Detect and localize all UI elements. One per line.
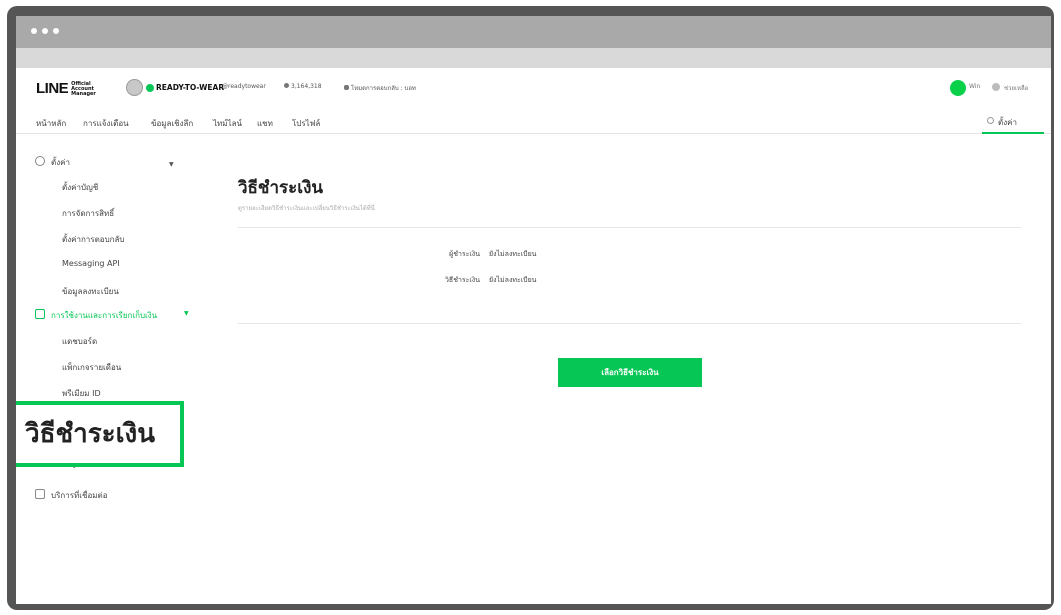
main-panel: วิธีชำระเงิน ดูรายละเอียดวิธีชำระเงินและ… — [238, 168, 1028, 588]
sidebar-item-account-settings[interactable]: ตั้งค่าบัญชี — [62, 181, 98, 194]
minimize-dot-icon[interactable] — [42, 28, 48, 34]
payment-method-label: วิธีชำระเงิน — [445, 276, 480, 284]
account-avatar[interactable] — [126, 79, 143, 96]
sidebar-item-connected-services[interactable]: บริการที่เชื่อมต่อ — [51, 489, 108, 502]
help-link[interactable]: ช่วยเหลือ — [1004, 83, 1028, 93]
tab-timeline[interactable]: ไทม์ไลน์ — [213, 117, 242, 130]
user-avatar[interactable] — [950, 80, 966, 96]
friends-count-value: 3,164,318 — [291, 83, 322, 90]
divider — [238, 227, 1021, 228]
page-description: ดูรายละเอียดวิธีชำระเงินและเปลี่ยนวิธีชำ… — [238, 205, 375, 212]
reply-mode[interactable]: โหมดการตอบกลับ : บอท — [344, 83, 416, 93]
logo-subtext: Official Account Manager — [71, 81, 96, 97]
account-name[interactable]: READY-TO-WEAR — [156, 83, 224, 92]
reply-mode-label: โหมดการตอบกลับ : บอท — [351, 85, 416, 92]
sidebar-header-billing[interactable]: การใช้งานและการเรียกเก็บเงิน — [51, 309, 157, 322]
close-dot-icon[interactable] — [31, 28, 37, 34]
window-controls — [31, 28, 59, 34]
sidebar-item-permissions[interactable]: การจัดการสิทธิ์ — [62, 207, 114, 220]
gear-icon — [35, 156, 45, 166]
tab-home[interactable]: หน้าหลัก — [36, 117, 66, 130]
tab-insights[interactable]: ข้อมูลเชิงลึก — [151, 117, 193, 130]
address-bar[interactable] — [16, 48, 1051, 68]
billing-icon — [35, 309, 45, 319]
top-header: LINE Official Account Manager READY-TO-W… — [16, 68, 1051, 108]
friends-icon — [284, 83, 289, 88]
sidebar-item-monthly-plan[interactable]: แพ็กเกจรายเดือน — [62, 361, 121, 374]
logo-text: LINE — [36, 80, 69, 97]
payer-label: ผู้ชำระเงิน — [449, 250, 480, 258]
tab-settings[interactable]: ตั้งค่า — [982, 108, 1044, 134]
page-content: LINE Official Account Manager READY-TO-W… — [16, 68, 1051, 604]
sidebar-item-reply-settings[interactable]: ตั้งค่าการตอบกลับ — [62, 233, 124, 246]
friends-count: 3,164,318 — [284, 83, 322, 90]
payment-method-value: ยังไม่ลงทะเบียน — [489, 276, 537, 284]
plug-icon — [35, 489, 45, 499]
sidebar: ตั้งค่า ▼ ตั้งค่าบัญชี การจัดการสิทธิ์ ต… — [16, 135, 196, 604]
screenshot-frame: LINE Official Account Manager READY-TO-W… — [0, 0, 1061, 615]
tab-settings-label: ตั้งค่า — [998, 118, 1017, 127]
page-title: วิธีชำระเงิน — [238, 178, 323, 197]
tab-notifications[interactable]: การแจ้งเตือน — [83, 117, 129, 130]
chat-icon — [344, 85, 349, 90]
tab-chat[interactable]: แชท — [257, 117, 273, 130]
sidebar-item-dashboard[interactable]: แดชบอร์ด — [62, 335, 97, 348]
zoom-dot-icon[interactable] — [53, 28, 59, 34]
help-icon[interactable] — [992, 83, 1000, 91]
sidebar-item-messaging-api[interactable]: Messaging API — [62, 259, 120, 268]
chevron-down-icon[interactable]: ▼ — [169, 161, 174, 168]
payer-value: ยังไม่ลงทะเบียน — [489, 250, 537, 258]
sidebar-item-payment-method[interactable]: วิธีชำระเงิน — [25, 413, 155, 454]
account-id: @readytowear — [222, 83, 266, 90]
verified-badge-icon — [146, 84, 154, 92]
chevron-down-icon[interactable]: ▼ — [184, 310, 189, 317]
tab-profile[interactable]: โปรไฟล์ — [292, 117, 320, 130]
nav-tabs: หน้าหลัก การแจ้งเตือน ข้อมูลเชิงลึก ไทม์… — [16, 108, 1051, 134]
divider — [238, 323, 1021, 324]
title-bar — [16, 16, 1051, 48]
user-name[interactable]: Win — [969, 83, 980, 90]
sidebar-item-premium-id[interactable]: พรีเมียม ID — [62, 387, 101, 400]
sidebar-item-registration-info[interactable]: ข้อมูลลงทะเบียน — [62, 285, 119, 298]
select-payment-method-button[interactable]: เลือกวิธีชำระเงิน — [558, 358, 702, 387]
highlight-callout: วิธีชำระเงิน — [16, 401, 184, 467]
line-logo[interactable]: LINE Official Account Manager — [36, 80, 105, 97]
gear-icon — [987, 117, 994, 124]
sidebar-header-settings[interactable]: ตั้งค่า — [51, 156, 70, 169]
